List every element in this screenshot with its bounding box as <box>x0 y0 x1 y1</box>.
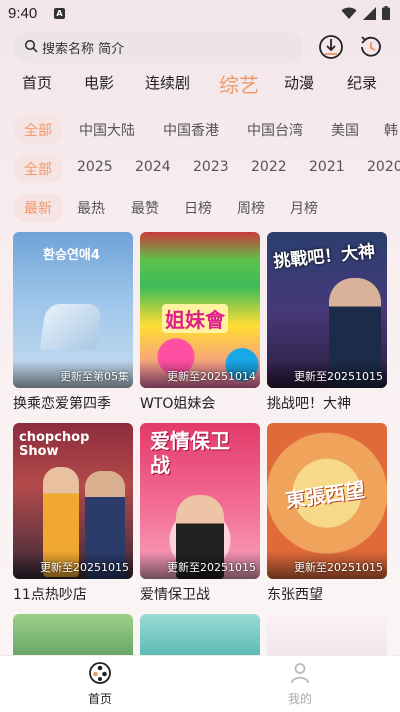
sort-latest[interactable]: 最新 <box>24 198 52 218</box>
show-title: 东张西望 <box>267 587 323 603</box>
poster-title-text: chopchop Show <box>19 430 90 459</box>
show-title: 换乘恋爱第四季 <box>13 396 111 412</box>
nav-home[interactable]: 首页 <box>70 662 130 707</box>
year-filter-row: 全部 2025 2024 2023 2022 2021 2020 <box>0 155 400 183</box>
tab-documentary[interactable]: 纪录 <box>347 72 377 93</box>
update-badge: 更新至第05集 <box>60 370 129 383</box>
status-icons <box>341 6 390 20</box>
update-badge: 更新至20251015 <box>294 370 383 383</box>
show-title: 挑战吧！大神 <box>267 396 351 412</box>
show-poster: chopchop Show 更新至20251015 <box>13 423 133 579</box>
battery-icon <box>382 6 390 20</box>
history-icon[interactable] <box>357 33 385 61</box>
home-film-icon <box>89 662 111 684</box>
update-badge: 更新至20251014 <box>167 370 256 383</box>
sort-daily[interactable]: 日榜 <box>184 198 212 218</box>
nav-mine[interactable]: 我的 <box>270 662 330 707</box>
tab-anime[interactable]: 动漫 <box>284 72 314 93</box>
show-title: 爱情保卫战 <box>140 587 210 603</box>
show-title: 11点热吵店 <box>13 587 87 603</box>
search-input[interactable]: 搜索名称 简介 <box>42 38 124 57</box>
region-usa[interactable]: 美国 <box>331 120 359 140</box>
year-2025[interactable]: 2025 <box>77 159 113 175</box>
tab-movie[interactable]: 电影 <box>84 72 114 93</box>
region-hongkong[interactable]: 中国香港 <box>163 120 219 140</box>
year-2020[interactable]: 2020 <box>367 159 400 175</box>
sort-weekly[interactable]: 周榜 <box>237 198 265 218</box>
wifi-icon <box>341 7 357 19</box>
status-bar: 9:40 A <box>0 0 400 28</box>
region-filter-row: 全部 中国大陆 中国香港 中国台湾 美国 韩 <box>0 116 400 144</box>
tab-series[interactable]: 连续剧 <box>145 72 190 93</box>
show-poster: 挑戰吧！大神 更新至20251015 <box>267 232 387 388</box>
poster-artwork <box>39 304 103 350</box>
region-taiwan[interactable]: 中国台湾 <box>247 120 303 140</box>
poster-title-text: 挑戰吧！大神 <box>272 241 377 273</box>
year-2024[interactable]: 2024 <box>135 159 171 175</box>
update-badge: 更新至20251015 <box>294 561 383 574</box>
show-poster: 東張西望 更新至20251015 <box>267 423 387 579</box>
tab-variety[interactable]: 综艺 <box>219 69 259 98</box>
update-badge: 更新至20251015 <box>167 561 256 574</box>
search-icon <box>24 39 38 53</box>
category-tabs: 首页 电影 连续剧 综艺 动漫 纪录 <box>0 72 400 102</box>
update-badge: 更新至20251015 <box>40 561 129 574</box>
sort-filter-row: 最新 最热 最赞 日榜 周榜 月榜 <box>0 194 400 222</box>
nav-mine-label: 我的 <box>287 692 312 706</box>
poster-title-text: 東張西望 <box>283 477 367 513</box>
year-2021[interactable]: 2021 <box>309 159 345 175</box>
show-card-partial[interactable] <box>140 614 260 655</box>
app-notification-icon: A <box>54 8 65 19</box>
show-poster: 爱情保卫战 更新至20251015 <box>140 423 260 579</box>
year-2023[interactable]: 2023 <box>193 159 229 175</box>
show-title: WTO姐妹会 <box>140 396 216 412</box>
status-time: 9:40 <box>8 5 38 22</box>
tab-home[interactable]: 首页 <box>22 72 52 93</box>
poster-title-text: 姐妹會 <box>162 304 228 333</box>
show-poster: 姐妹會 更新至20251014 <box>140 232 260 388</box>
nav-home-label: 首页 <box>87 692 112 706</box>
show-card-partial[interactable] <box>267 614 387 655</box>
sort-monthly[interactable]: 月榜 <box>290 198 318 218</box>
search-bar[interactable]: 搜索名称 简介 <box>13 31 303 63</box>
show-card-partial[interactable] <box>13 614 133 655</box>
show-poster: 환승연애4 更新至第05集 <box>13 232 133 388</box>
year-2022[interactable]: 2022 <box>251 159 287 175</box>
region-mainland[interactable]: 中国大陆 <box>79 120 135 140</box>
year-all[interactable]: 全部 <box>24 159 52 179</box>
bottom-navigation: 首页 我的 <box>0 655 400 712</box>
user-icon <box>291 663 309 684</box>
region-korea[interactable]: 韩 <box>384 120 398 140</box>
sort-hottest[interactable]: 最热 <box>77 198 105 218</box>
poster-title-text: 爱情保卫战 <box>150 429 230 477</box>
poster-title-text: 환승연애4 <box>43 248 100 263</box>
signal-icon <box>363 6 376 20</box>
download-icon[interactable] <box>317 33 345 61</box>
region-all[interactable]: 全部 <box>24 120 52 140</box>
sort-most-liked[interactable]: 最赞 <box>131 198 159 218</box>
